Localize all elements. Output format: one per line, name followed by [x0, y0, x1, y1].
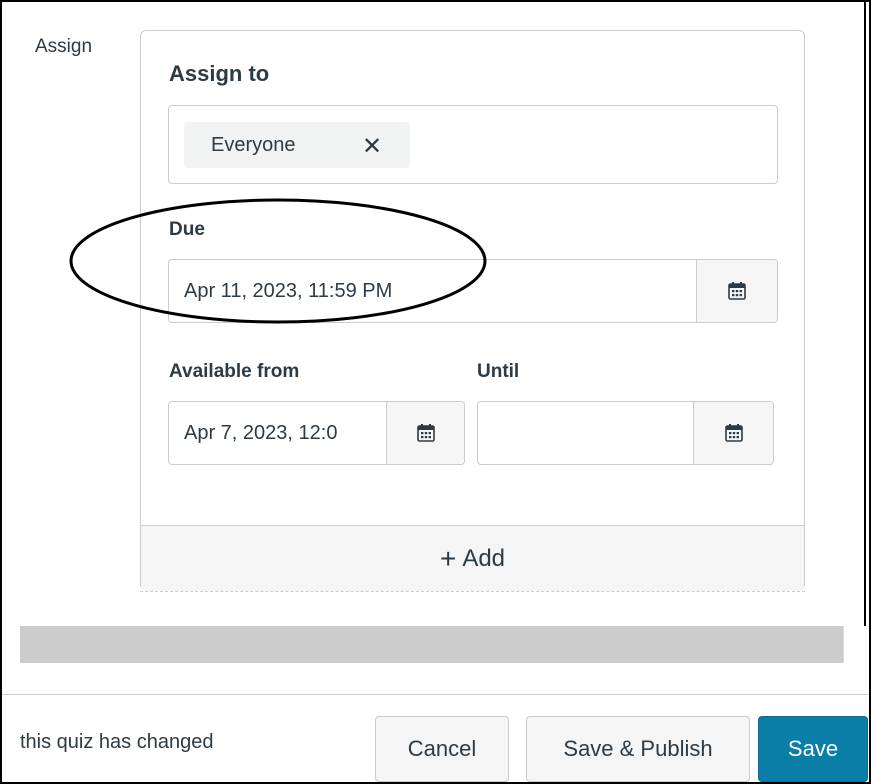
- available-from-calendar-button[interactable]: [386, 402, 464, 464]
- calendar-icon: [724, 424, 743, 442]
- until-input[interactable]: [493, 402, 693, 464]
- available-from-input[interactable]: Apr 7, 2023, 12:0: [184, 402, 384, 464]
- assignee-tag[interactable]: Everyone ✕: [184, 122, 410, 168]
- changes-note: this quiz has changed: [20, 731, 214, 753]
- assign-to-heading: Assign to: [169, 61, 270, 86]
- add-assignment-label: Add: [462, 544, 506, 572]
- available-from-label: Available from: [169, 361, 300, 382]
- close-icon[interactable]: ✕: [362, 132, 382, 161]
- until-calendar-button[interactable]: [693, 402, 773, 464]
- plus-icon: +: [439, 542, 457, 574]
- scrollbar-end: [843, 626, 864, 663]
- save-button[interactable]: Save: [758, 716, 868, 782]
- available-from-field[interactable]: Apr 7, 2023, 12:0: [168, 401, 465, 465]
- cancel-button[interactable]: Cancel: [375, 716, 509, 782]
- until-label: Until: [477, 361, 520, 382]
- due-calendar-button[interactable]: [696, 260, 777, 322]
- assign-section-label: Assign: [35, 36, 93, 57]
- footer-divider: [2, 694, 869, 695]
- add-assignment-button[interactable]: + Add: [140, 525, 805, 592]
- assign-to-input[interactable]: Everyone ✕: [168, 105, 778, 184]
- calendar-icon: [416, 424, 435, 442]
- horizontal-scrollbar[interactable]: [20, 626, 843, 663]
- until-field[interactable]: [477, 401, 774, 465]
- assignee-tag-label: Everyone: [211, 133, 296, 156]
- panel-edge: [864, 0, 866, 626]
- save-and-publish-button[interactable]: Save & Publish: [526, 716, 750, 782]
- calendar-icon: [728, 282, 746, 300]
- highlight-oval: [69, 198, 487, 324]
